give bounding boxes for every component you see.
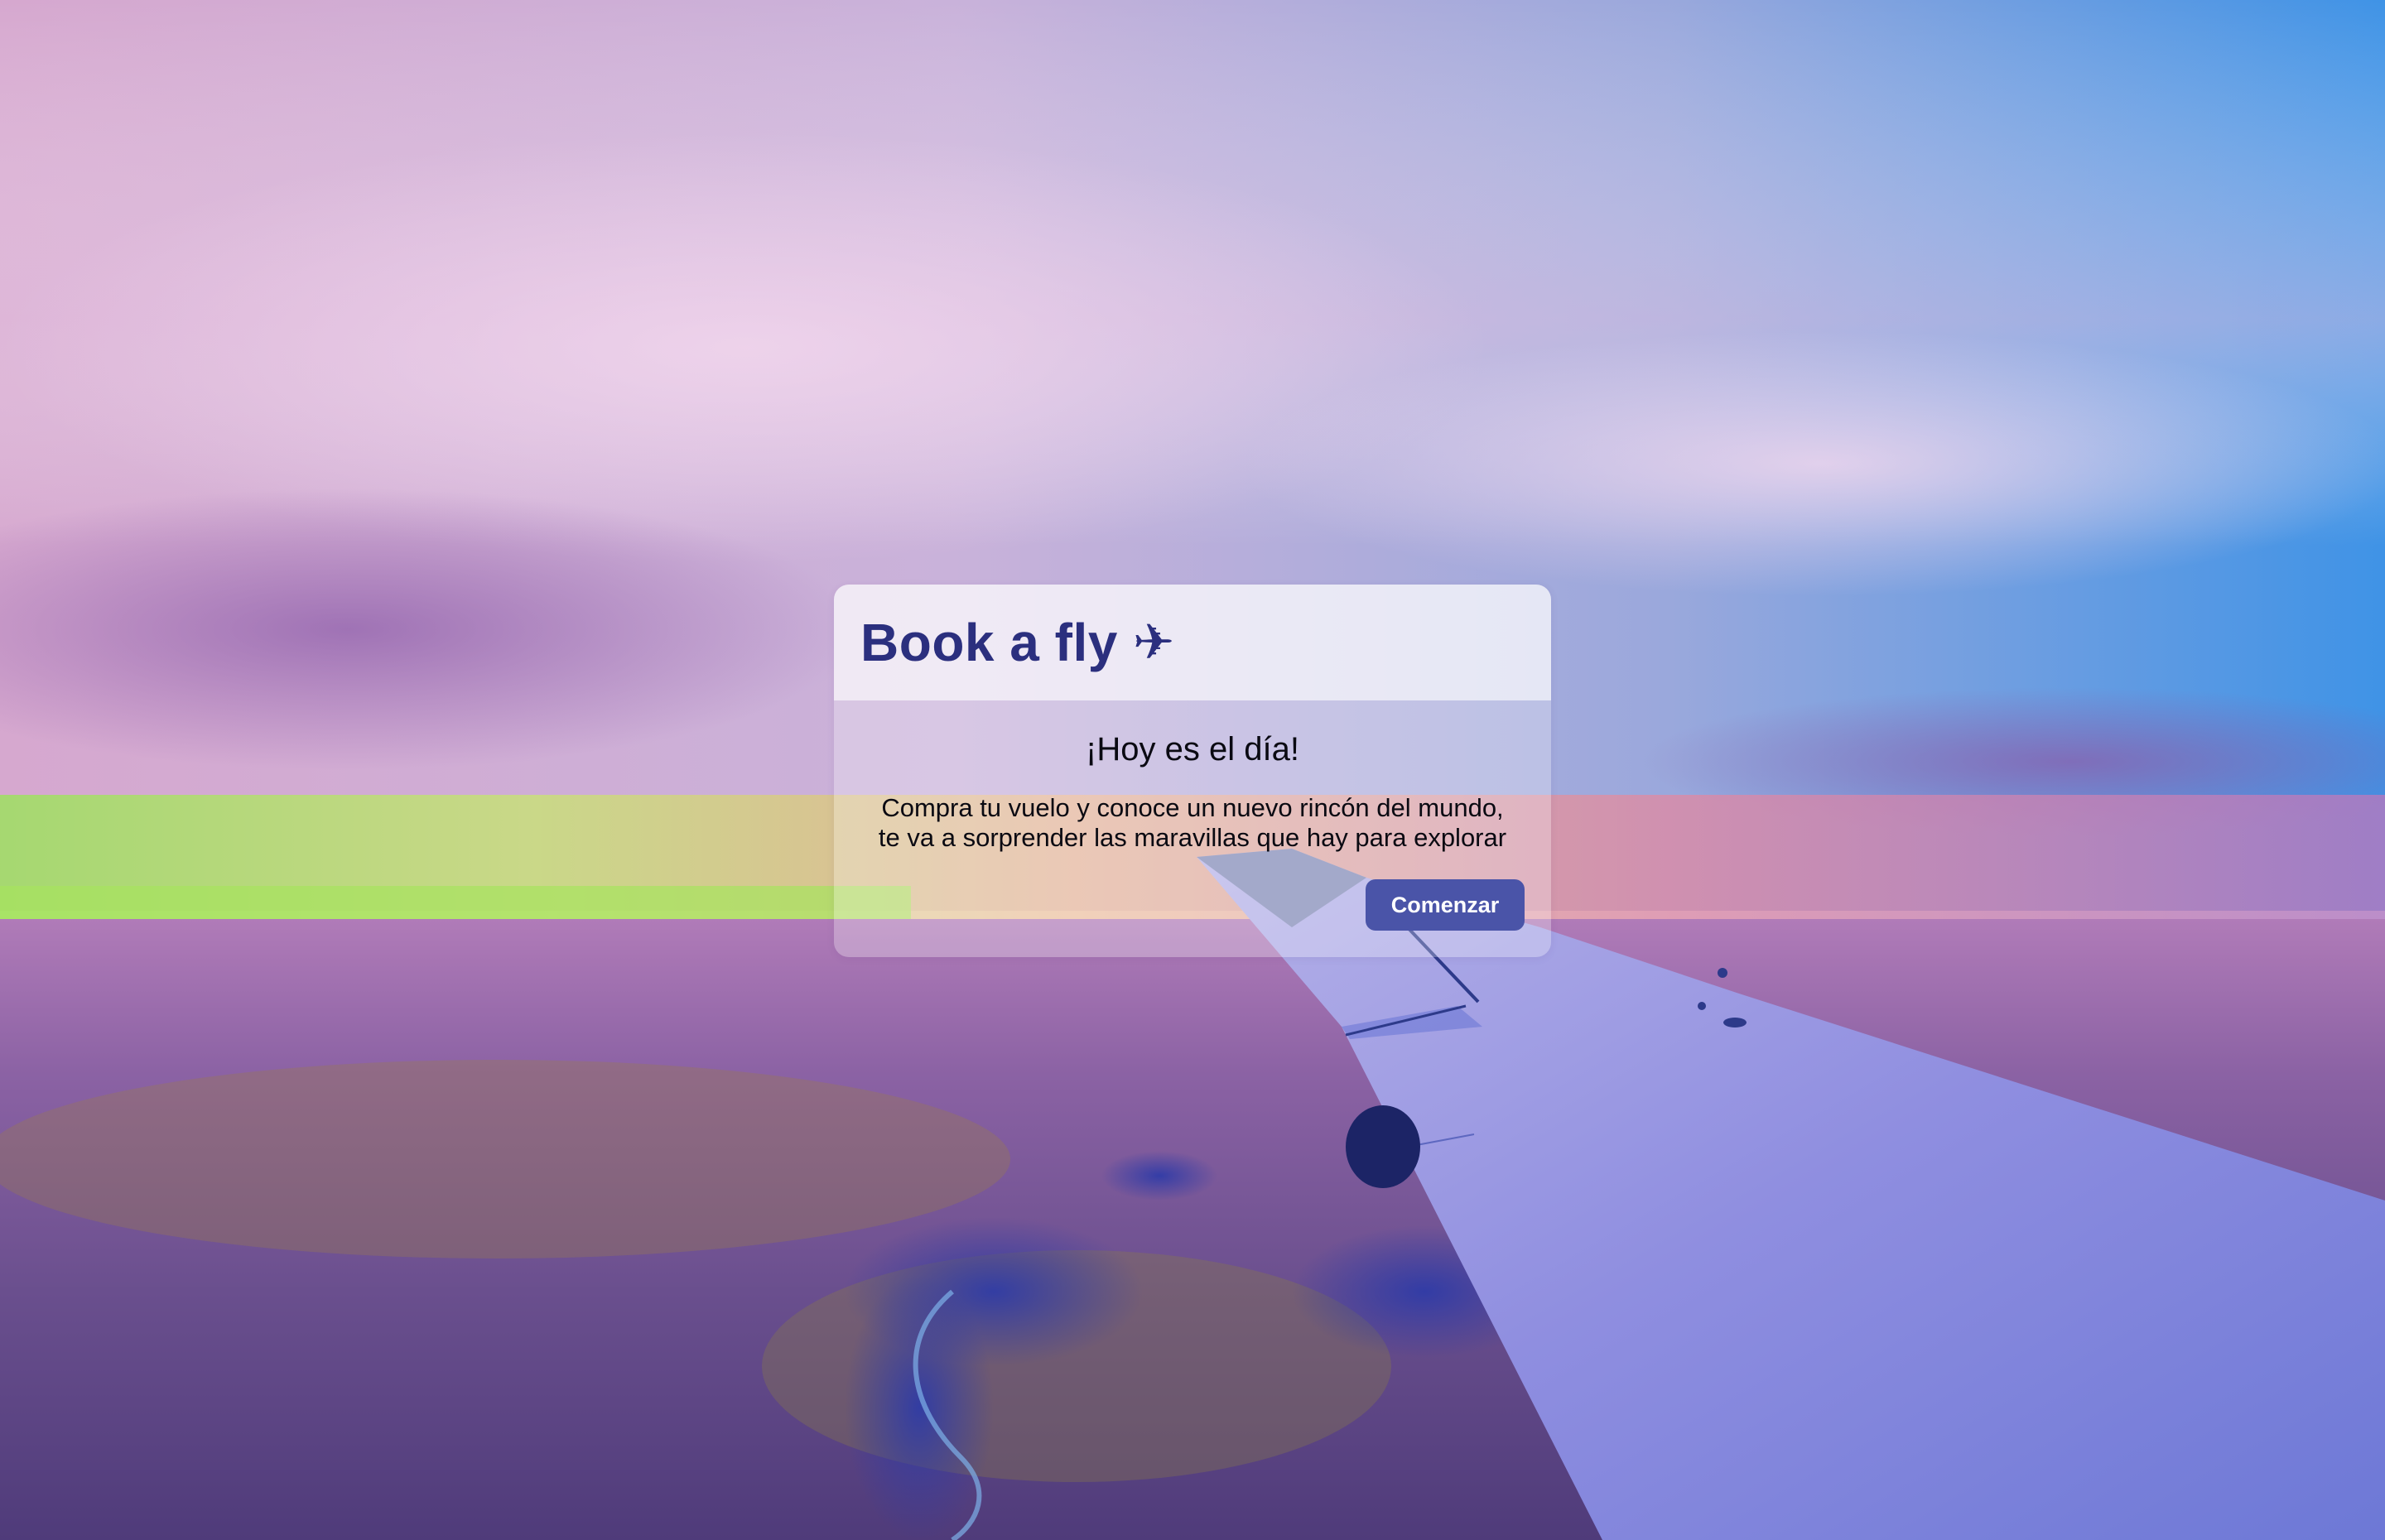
headline: ¡Hoy es el día! xyxy=(1086,731,1299,768)
card-header: Book a fly ✈ xyxy=(834,585,1551,700)
welcome-card: Book a fly ✈ ¡Hoy es el día! Compra tu v… xyxy=(834,585,1551,957)
airplane-icon: ✈ xyxy=(1132,614,1175,671)
promo-message-line-1: Compra tu vuelo y conoce un nuevo rincón… xyxy=(881,793,1504,822)
brand-title: Book a fly ✈ xyxy=(860,612,1175,673)
promo-message: Compra tu vuelo y conoce un nuevo rincón… xyxy=(834,793,1551,853)
start-button[interactable]: Comenzar xyxy=(1366,879,1525,931)
brand-title-text: Book a fly xyxy=(860,613,1118,672)
card-body: ¡Hoy es el día! Compra tu vuelo y conoce… xyxy=(834,700,1551,957)
promo-message-line-2: te va a sorprender las maravillas que ha… xyxy=(878,823,1507,852)
